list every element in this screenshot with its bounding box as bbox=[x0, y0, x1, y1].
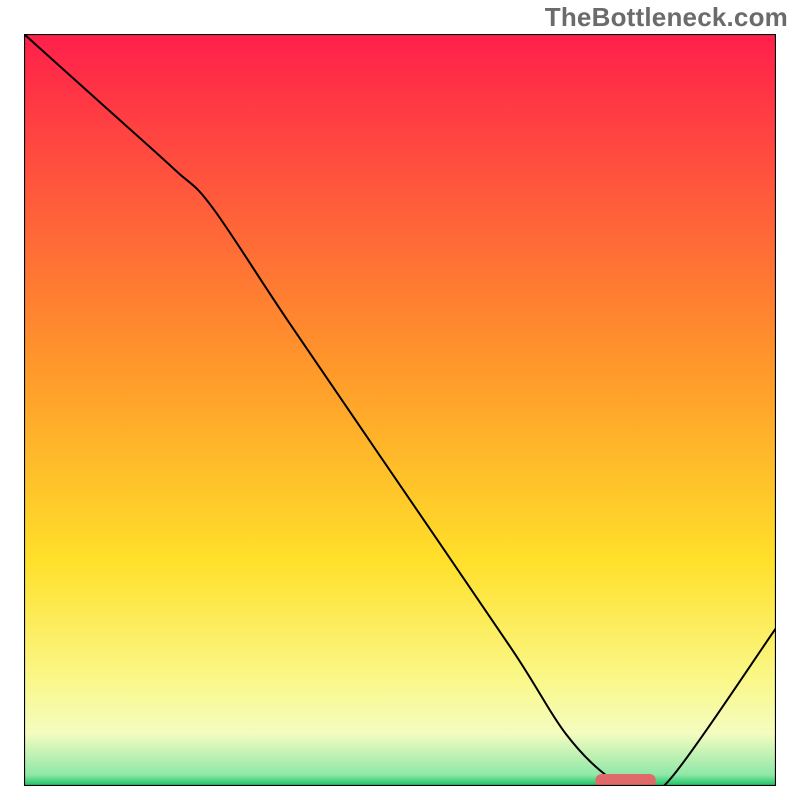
chart-frame: TheBottleneck.com bbox=[0, 0, 800, 800]
optimal-marker bbox=[596, 774, 656, 786]
plot-background bbox=[24, 34, 776, 786]
watermark-text: TheBottleneck.com bbox=[545, 2, 788, 33]
bottleneck-chart bbox=[24, 34, 776, 786]
